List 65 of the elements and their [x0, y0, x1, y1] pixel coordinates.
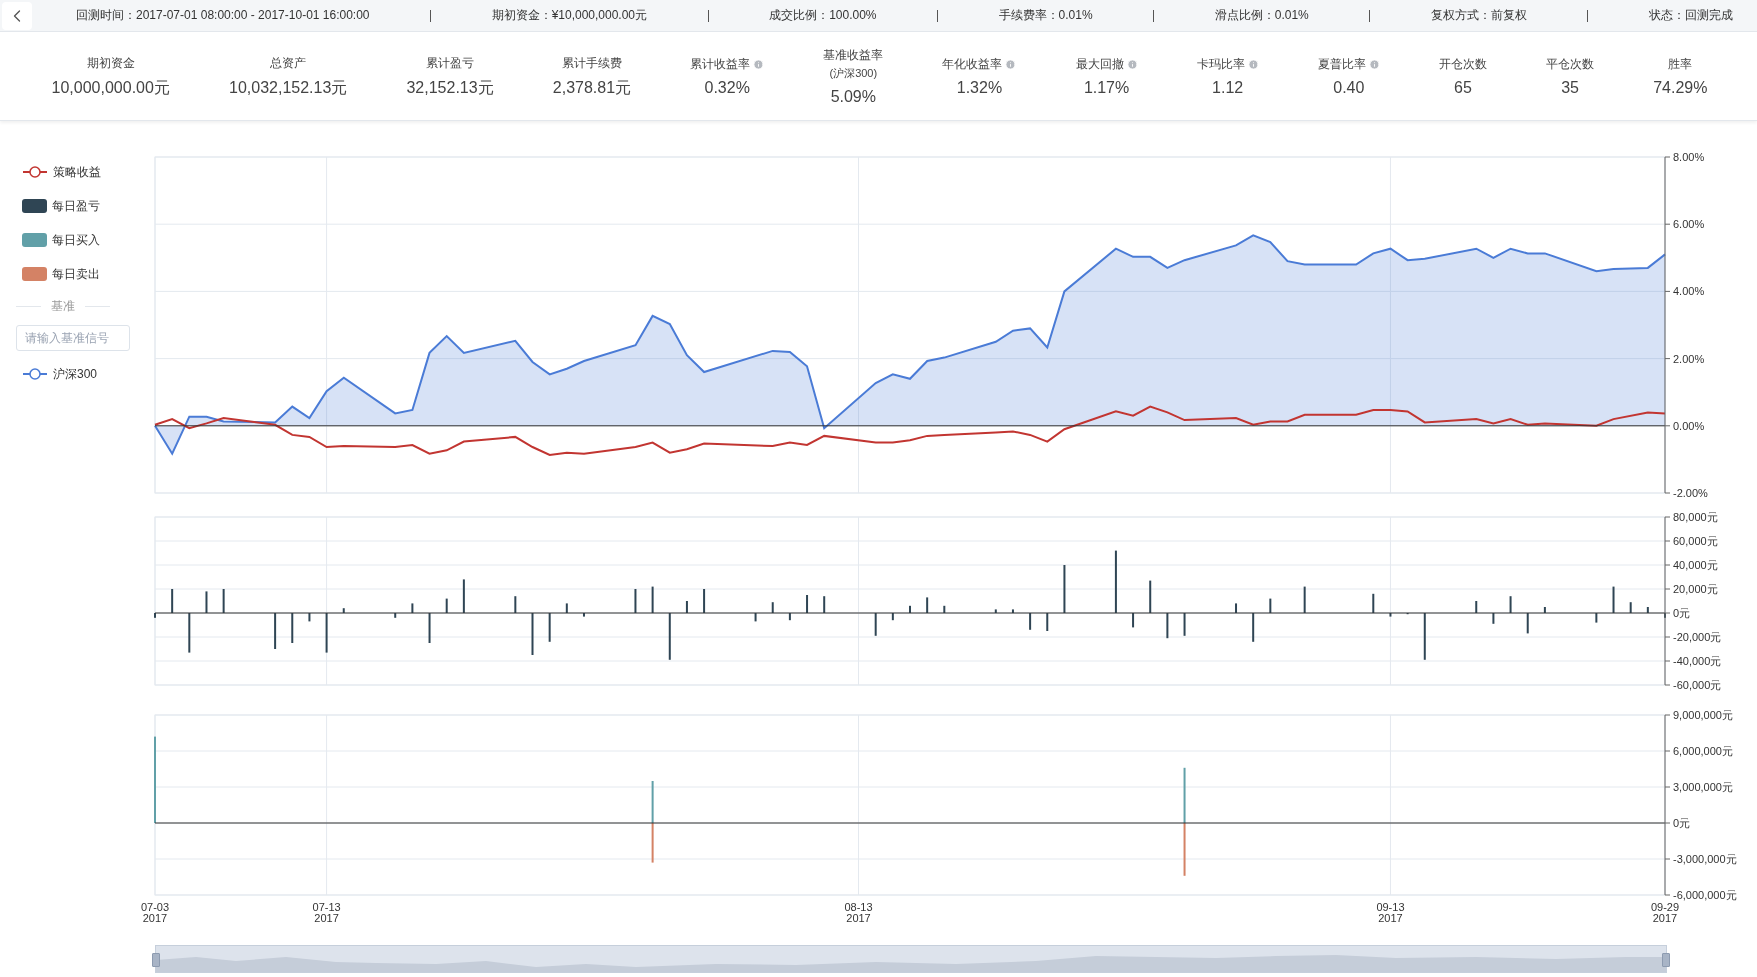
axis-label: 0.00% [1673, 419, 1705, 432]
stat-label: 最大回撤 [1075, 56, 1124, 73]
axis-label: 40,000元 [1673, 559, 1718, 571]
axis-label: 4.00% [1673, 285, 1705, 298]
axis-label: -6,000,000元 [1673, 889, 1737, 901]
info-item: 手续费率：0.01% [998, 7, 1093, 24]
stat-label: 卡玛比率 [1196, 56, 1245, 73]
stat-sublabel: (沪深300) [829, 66, 878, 81]
axis-label: 20,000元 [1673, 583, 1718, 595]
axis-label: -20,000元 [1673, 631, 1722, 643]
stat-value: 1.12 [1212, 79, 1244, 97]
legend-label: 策略收益 [53, 163, 101, 181]
legend-label: 每日买入 [52, 231, 100, 249]
stat-label: 基准收益率 [823, 47, 884, 64]
stat-label: 累计收益率 [690, 56, 751, 73]
stat-value: 10,000,000.00元 [51, 77, 170, 98]
stat-value: 5.09% [830, 88, 876, 106]
axis-label: 07-03 2017 [140, 901, 170, 924]
stat-value: 1.17% [1083, 79, 1130, 97]
stat-label: 累计盈亏 [426, 54, 475, 72]
stat-value: 35 [1561, 79, 1579, 97]
stat-value: 65 [1454, 79, 1472, 97]
axis-label: -60,000元 [1673, 679, 1722, 691]
info-item: 复权方式：前复权 [1430, 7, 1527, 24]
stat-label: 胜率 [1668, 56, 1693, 73]
stat-label: 期初资金 [86, 54, 135, 72]
stat-label: 开仓次数 [1438, 56, 1487, 73]
axis-label: 08-13 2017 [844, 901, 873, 924]
axis-label: 3,000,000元 [1673, 781, 1733, 793]
info-item: 回测时间：2017-07-01 08:00:00 - 2017-10-01 16:00:00 [76, 7, 370, 24]
stat-label: 累计手续费 [561, 54, 622, 72]
axis-label: 9,000,000元 [1673, 709, 1733, 721]
axis-label: 8.00% [1673, 151, 1705, 163]
axis-label: 09-13 2017 [1376, 901, 1405, 924]
axis-label: 09-29 2017 [1650, 901, 1680, 924]
axis-label: 0元 [1673, 607, 1691, 619]
stat-label: 年化收益率 [942, 56, 1003, 73]
axis-label: 80,000元 [1673, 511, 1718, 523]
axis-label: 0元 [1673, 817, 1691, 829]
axis-label: 60,000元 [1673, 535, 1718, 547]
legend-label: 沪深300 [53, 365, 98, 383]
axis-label: 6,000,000元 [1673, 745, 1733, 757]
axis-label: -3,000,000元 [1673, 853, 1737, 865]
legend-label: 每日盈亏 [52, 197, 100, 215]
stat-label: 夏普比率 [1317, 56, 1366, 73]
axis-label: -40,000元 [1673, 655, 1722, 667]
axis-label: 07-13 2017 [312, 901, 341, 924]
stat-value: 10,032,152.13元 [229, 77, 348, 98]
info-item: 状态：回测完成 [1648, 7, 1733, 24]
info-item: 滑点比例：0.01% [1214, 7, 1309, 24]
stat-value: 32,152.13元 [406, 77, 494, 98]
info-item: 成交比例：100.00% [769, 7, 877, 24]
stat-label: 平仓次数 [1546, 56, 1595, 73]
stat-value: 0.40 [1333, 79, 1365, 97]
axis-label: -2.00% [1673, 487, 1708, 499]
stat-value: 1.32% [956, 79, 1003, 97]
axis-label: 2.00% [1673, 352, 1705, 365]
stat-value: 0.32% [704, 79, 750, 97]
section-heading: 基准 [51, 297, 75, 315]
legend-label: 每日卖出 [52, 265, 100, 283]
stat-value: 2,378.81元 [552, 77, 632, 98]
axis-label: 6.00% [1673, 218, 1705, 231]
stat-value: 74.29% [1653, 79, 1708, 97]
info-item: 期初资金：¥10,000,000.00元 [491, 7, 648, 24]
stat-label: 总资产 [270, 54, 307, 72]
